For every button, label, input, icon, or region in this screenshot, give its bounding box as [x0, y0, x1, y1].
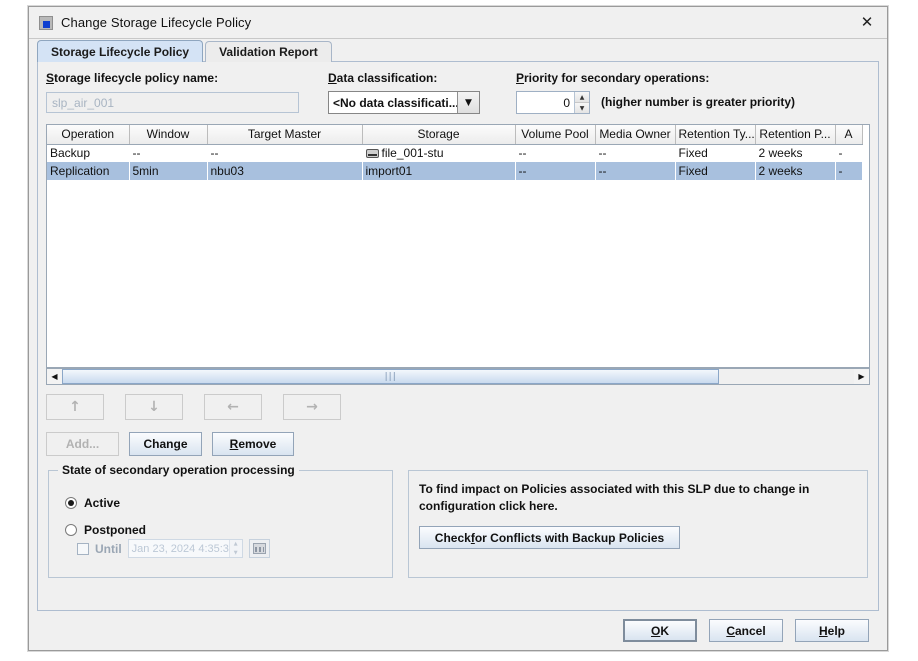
cell-operation: Replication: [47, 162, 129, 180]
operations-table: Operation Window Target Master Storage V…: [47, 125, 863, 180]
calendar-icon: [252, 543, 266, 554]
close-icon[interactable]: ✕: [853, 10, 881, 34]
move-right-button[interactable]: →: [283, 394, 341, 420]
column-header-storage[interactable]: Storage: [362, 125, 516, 145]
column-header-operation[interactable]: Operation: [47, 125, 130, 145]
cell-target-master: nbu03: [207, 162, 362, 180]
dialog-window: Change Storage Lifecycle Policy ✕ Storag…: [28, 6, 888, 651]
radio-postponed-label: Postponed: [84, 523, 146, 537]
cell-storage-text: file_001-stu: [381, 146, 444, 161]
window-title: Change Storage Lifecycle Policy: [61, 15, 252, 30]
help-button[interactable]: Help: [795, 619, 869, 642]
check-for-conflicts-button[interactable]: Check f or Conflicts with Backup Policies: [419, 526, 680, 549]
cell-window: 5min: [129, 162, 207, 180]
radio-active-label: Active: [84, 496, 121, 510]
tab-strip: Storage Lifecycle Policy Validation Repo…: [37, 40, 334, 62]
priority-spin-buttons: ▲ ▼: [574, 92, 589, 113]
tab-storage-lifecycle-policy[interactable]: Storage Lifecycle Policy: [37, 40, 204, 62]
add-button[interactable]: Add...: [46, 432, 119, 456]
cell-storage: file_001-stu: [362, 144, 515, 162]
until-date-input[interactable]: Jan 23, 2024 4:35:33 AM ▲ ▼: [127, 539, 243, 558]
cell-volume-pool: --: [515, 162, 595, 180]
until-label: Until: [95, 541, 122, 556]
until-date-value: Jan 23, 2024 4:35:33 AM: [131, 542, 229, 555]
radio-active[interactable]: [65, 497, 77, 509]
policy-form: Storage lifecycle policy name: Data clas…: [38, 62, 878, 124]
cell-media-owner: --: [598, 146, 607, 161]
policy-name-label: Storage lifecycle policy name:: [46, 71, 219, 85]
policy-name-input[interactable]: [46, 92, 299, 113]
table-row[interactable]: Backup -- -- file_001-stu -- -- Fixed 2 …: [47, 144, 862, 162]
priority-stepper[interactable]: 0 ▲ ▼: [516, 91, 590, 114]
until-row: Until Jan 23, 2024 4:35:33 AM ▲ ▼: [77, 539, 270, 558]
cell-alternate: -: [835, 162, 862, 180]
scrollbar-track[interactable]: |||: [62, 369, 854, 384]
move-down-button[interactable]: ↓: [125, 394, 183, 420]
cell-media-owner: --: [595, 162, 675, 180]
spinner-down-icon[interactable]: ▼: [575, 102, 589, 113]
dialog-footer: OK Cancel Help: [37, 617, 879, 644]
table-header-row: Operation Window Target Master Storage V…: [47, 125, 863, 145]
column-header-alternate[interactable]: A: [835, 125, 863, 145]
storage-policy-icon: [39, 15, 53, 30]
calendar-button[interactable]: [248, 539, 270, 558]
cell-storage: import01: [362, 162, 515, 180]
storage-unit-icon: [365, 149, 379, 159]
column-header-volume-pool[interactable]: Volume Pool: [515, 125, 596, 145]
remove-button[interactable]: Remove: [212, 432, 294, 456]
date-spinner-down-icon[interactable]: ▼: [229, 548, 242, 557]
move-left-button[interactable]: ←: [204, 394, 262, 420]
ok-button[interactable]: OK: [623, 619, 697, 642]
column-header-media-owner[interactable]: Media Owner: [595, 125, 676, 145]
scrollbar-thumb[interactable]: |||: [62, 369, 720, 384]
cell-retention-type: Fixed: [675, 162, 755, 180]
column-header-retention-period[interactable]: Retention P...: [755, 125, 836, 145]
column-header-target-master[interactable]: Target Master: [207, 125, 363, 145]
cell-operation: Backup: [50, 146, 91, 161]
until-date-spinner[interactable]: ▲ ▼: [228, 540, 242, 557]
radio-active-row[interactable]: Active: [65, 496, 120, 510]
data-classification-select[interactable]: <No data classificati... ▼: [328, 91, 480, 114]
radio-postponed[interactable]: [65, 524, 77, 536]
move-up-button[interactable]: ↑: [46, 394, 104, 420]
data-classification-label: Data classification:: [328, 71, 438, 85]
cell-target-master: --: [210, 146, 219, 161]
scrollbar-grip: |||: [384, 371, 397, 382]
tab-validation-report[interactable]: Validation Report: [205, 41, 332, 62]
spinner-up-icon[interactable]: ▲: [575, 92, 589, 102]
priority-hint: (higher number is greater priority): [601, 95, 796, 109]
cell-retention-period: 2 weeks: [755, 162, 835, 180]
until-checkbox[interactable]: [77, 542, 89, 555]
cancel-button[interactable]: Cancel: [709, 619, 783, 642]
cell-retention-period: 2 weeks: [758, 146, 803, 161]
operation-action-bar: Add... Chan g e Remove: [46, 432, 294, 456]
change-button[interactable]: Chan g e: [129, 432, 202, 456]
priority-value: 0: [563, 95, 570, 110]
cell-volume-pool: --: [518, 146, 527, 161]
column-header-window[interactable]: Window: [129, 125, 208, 145]
operations-table-container[interactable]: Operation Window Target Master Storage V…: [46, 124, 870, 368]
scroll-left-icon[interactable]: ◀: [47, 369, 62, 384]
conflict-info-text: To find impact on Policies associated wi…: [419, 482, 810, 513]
state-of-secondary-operation-group: State of secondary operation processing …: [48, 463, 393, 578]
title-bar: Change Storage Lifecycle Policy ✕: [29, 7, 887, 39]
priority-label: Priority for secondary operations:: [516, 71, 710, 85]
table-row[interactable]: Replication 5min nbu03 import01 -- -- Fi…: [47, 162, 862, 180]
date-spinner-up-icon[interactable]: ▲: [229, 540, 242, 549]
column-header-retention-type[interactable]: Retention Ty...: [675, 125, 756, 145]
cell-retention-type: Fixed: [678, 146, 708, 161]
conflict-info-panel: To find impact on Policies associated wi…: [408, 470, 868, 578]
cell-window: --: [132, 146, 141, 161]
radio-postponed-row[interactable]: Postponed: [65, 523, 146, 537]
reorder-button-bar: ↑ ↓ ← →: [46, 394, 341, 420]
scroll-right-icon[interactable]: ▶: [854, 369, 869, 384]
table-horizontal-scrollbar[interactable]: ◀ ||| ▶: [46, 368, 870, 385]
chevron-down-icon: ▼: [457, 92, 479, 113]
data-classification-value: <No data classificati...: [333, 95, 457, 110]
content-panel: Storage lifecycle policy name: Data clas…: [37, 61, 879, 611]
group-title: State of secondary operation processing: [58, 463, 299, 477]
cell-alternate: -: [838, 146, 843, 161]
